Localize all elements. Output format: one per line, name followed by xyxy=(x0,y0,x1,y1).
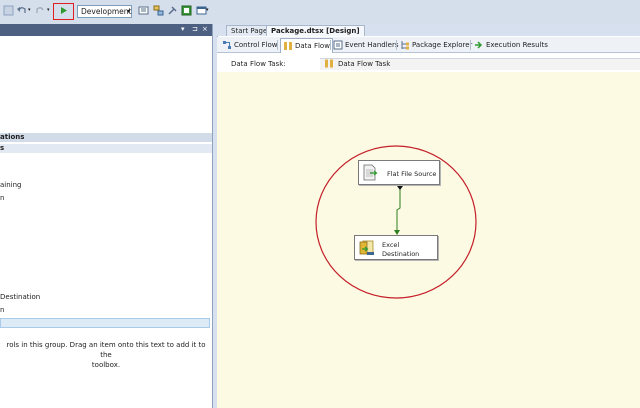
toolbox-empty-hint-line: rols in this group. Drag an item onto th… xyxy=(6,341,206,359)
toolbox-group-header[interactable]: ations xyxy=(0,133,212,142)
redo-icon[interactable] xyxy=(35,5,46,16)
chevron-down-icon: ▾ xyxy=(126,8,130,15)
start-debugging-icon[interactable] xyxy=(58,5,69,16)
control-flow-icon xyxy=(223,41,231,49)
excel-destination-component[interactable]: Excel Destination xyxy=(354,235,438,260)
data-path-arrow[interactable] xyxy=(396,186,401,234)
toolbox-empty-hint: rols in this group. Drag an item onto th… xyxy=(0,340,212,370)
execution-results-icon xyxy=(475,41,483,49)
toolbox-group-header[interactable]: s xyxy=(0,144,212,153)
tab-package-design[interactable]: Package.dtsx [Design] xyxy=(266,25,365,36)
redo-dropdown-icon[interactable]: ▾ xyxy=(47,7,50,13)
tab-event-handlers[interactable]: Event Handlers xyxy=(333,39,399,51)
flat-file-source-icon xyxy=(363,164,378,181)
toolbox-item[interactable]: n xyxy=(0,306,4,314)
tab-data-flow-label: Data Flow xyxy=(295,42,330,50)
error-list-icon[interactable] xyxy=(181,5,192,16)
solution-explorer-icon[interactable] xyxy=(153,5,164,16)
tab-separator xyxy=(277,40,278,50)
toolbox-item[interactable]: n xyxy=(0,194,4,202)
data-flow-task-value: Data Flow Task xyxy=(338,60,391,68)
toolbox-item[interactable]: aining xyxy=(0,181,22,189)
tab-execution-results[interactable]: Execution Results xyxy=(474,39,548,51)
toolbox-item[interactable]: Destination xyxy=(0,293,40,301)
pin-icon[interactable]: ⊐ xyxy=(192,25,198,33)
tab-control-flow[interactable]: Control Flow xyxy=(222,39,278,51)
data-flow-icon xyxy=(284,42,292,50)
undo-dropdown-icon[interactable]: ▾ xyxy=(28,7,31,13)
tab-separator xyxy=(330,40,331,50)
toolbox-title-bar: ▾ ⊐ × xyxy=(0,24,212,36)
tab-separator xyxy=(396,40,397,50)
tab-control-flow-label: Control Flow xyxy=(234,41,278,49)
tab-data-flow[interactable]: Data Flow xyxy=(280,38,333,53)
flat-file-source-component[interactable]: Flat File Source xyxy=(358,160,440,185)
toolbar-overflow-icon[interactable]: ▾ xyxy=(206,7,209,13)
solution-configuration-select[interactable]: Development ▾ xyxy=(77,5,132,18)
event-handlers-icon xyxy=(333,40,343,50)
flat-file-source-label: Flat File Source xyxy=(387,170,437,178)
excel-destination-icon xyxy=(359,240,374,255)
data-flow-task-icon xyxy=(325,59,333,68)
excel-destination-label: Excel xyxy=(382,241,400,249)
panel-menu-icon[interactable]: ▾ xyxy=(181,25,185,33)
tab-separator xyxy=(470,40,471,50)
properties-icon[interactable] xyxy=(138,5,149,16)
package-explorer-icon xyxy=(401,41,409,50)
toolbox-group-selected[interactable] xyxy=(0,318,210,328)
tab-execution-results-label: Execution Results xyxy=(486,41,548,49)
toolbox-icon[interactable] xyxy=(167,5,178,16)
data-flow-task-label: Data Flow Task: xyxy=(231,60,286,68)
excel-destination-label: Destination xyxy=(382,250,420,258)
undo-icon[interactable] xyxy=(16,5,27,16)
standard-toolbar: ▾ ▾ Development ▾ ▾ xyxy=(0,0,640,25)
output-connector-icon xyxy=(397,186,403,190)
tab-package-explorer-label: Package Explorer xyxy=(412,41,473,49)
tab-event-handlers-label: Event Handlers xyxy=(345,41,399,49)
tab-package-explorer[interactable]: Package Explorer xyxy=(400,39,472,51)
solution-configuration-value: Development xyxy=(81,7,132,16)
toolbar-gripper-icon xyxy=(3,5,14,16)
toolbox-empty-hint-line: toolbox. xyxy=(91,361,121,369)
close-icon[interactable]: × xyxy=(202,25,208,33)
